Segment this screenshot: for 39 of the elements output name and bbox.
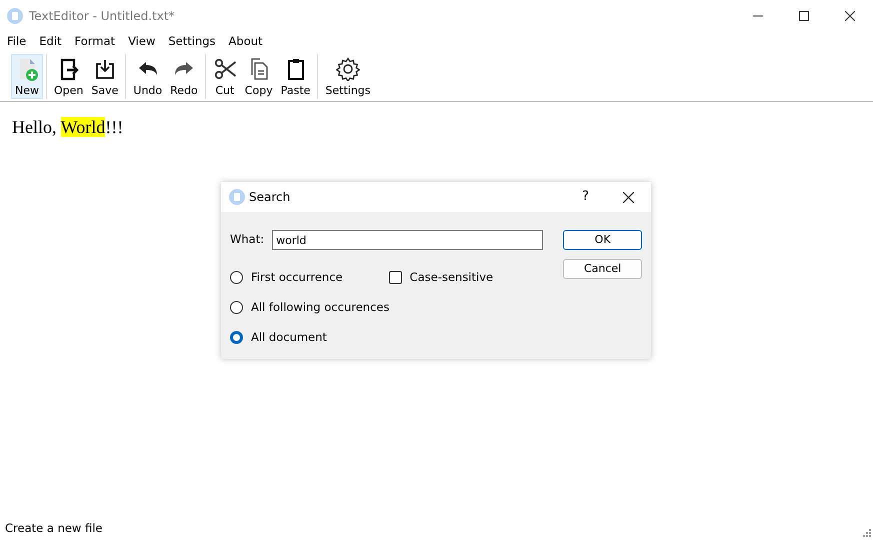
toolbar-button[interactable]: Cut xyxy=(208,54,241,99)
toolbar-button[interactable]: Copy xyxy=(240,54,277,99)
size-grip-icon[interactable] xyxy=(862,528,871,537)
status-text: Create a new file xyxy=(5,520,103,538)
dialog-button[interactable]: OK xyxy=(563,230,642,250)
checkbox-label[interactable]: Case-sensitive xyxy=(410,268,494,286)
radio-label[interactable]: All document xyxy=(251,328,327,346)
toolbar-button[interactable]: Paste xyxy=(276,54,314,99)
close-icon[interactable] xyxy=(623,192,634,202)
app-icon xyxy=(229,189,245,205)
maximize-icon[interactable] xyxy=(799,11,809,21)
app-icon xyxy=(7,8,23,24)
radio-label[interactable]: First occurrence xyxy=(251,268,343,286)
gear-icon xyxy=(336,56,360,81)
toolbar-button[interactable]: Undo xyxy=(129,54,166,99)
toolbar-button[interactable]: Save xyxy=(87,54,122,99)
menu-item[interactable]: File xyxy=(2,33,32,51)
window-title: TextEditor - Untitled.txt* xyxy=(29,8,175,25)
toolbar-button[interactable]: Redo xyxy=(166,54,202,99)
field-label: What: xyxy=(230,231,264,248)
radio-button[interactable] xyxy=(230,301,243,314)
help-button[interactable]: ? xyxy=(582,187,589,207)
search-field[interactable]: world xyxy=(272,230,544,250)
menu-item[interactable]: About xyxy=(224,33,268,51)
dialog-button[interactable]: Cancel xyxy=(563,259,642,279)
toolbar-button[interactable]: Settings xyxy=(321,54,375,99)
menu-item[interactable]: Edit xyxy=(34,33,67,51)
radio-button[interactable] xyxy=(230,271,243,284)
close-icon[interactable] xyxy=(845,11,855,21)
dialog-title: Search xyxy=(249,189,290,206)
toolbar-button[interactable]: New xyxy=(11,54,43,99)
menu-item[interactable]: Settings xyxy=(163,33,221,51)
scissors-icon xyxy=(212,56,237,81)
menu-item[interactable]: View xyxy=(123,33,160,51)
menu-item[interactable]: Format xyxy=(70,33,120,51)
radio-label[interactable]: All following occurences xyxy=(251,298,390,316)
radio-button[interactable] xyxy=(230,331,243,344)
toolbar-button[interactable]: Open xyxy=(50,54,88,99)
checkbox[interactable] xyxy=(388,271,402,284)
